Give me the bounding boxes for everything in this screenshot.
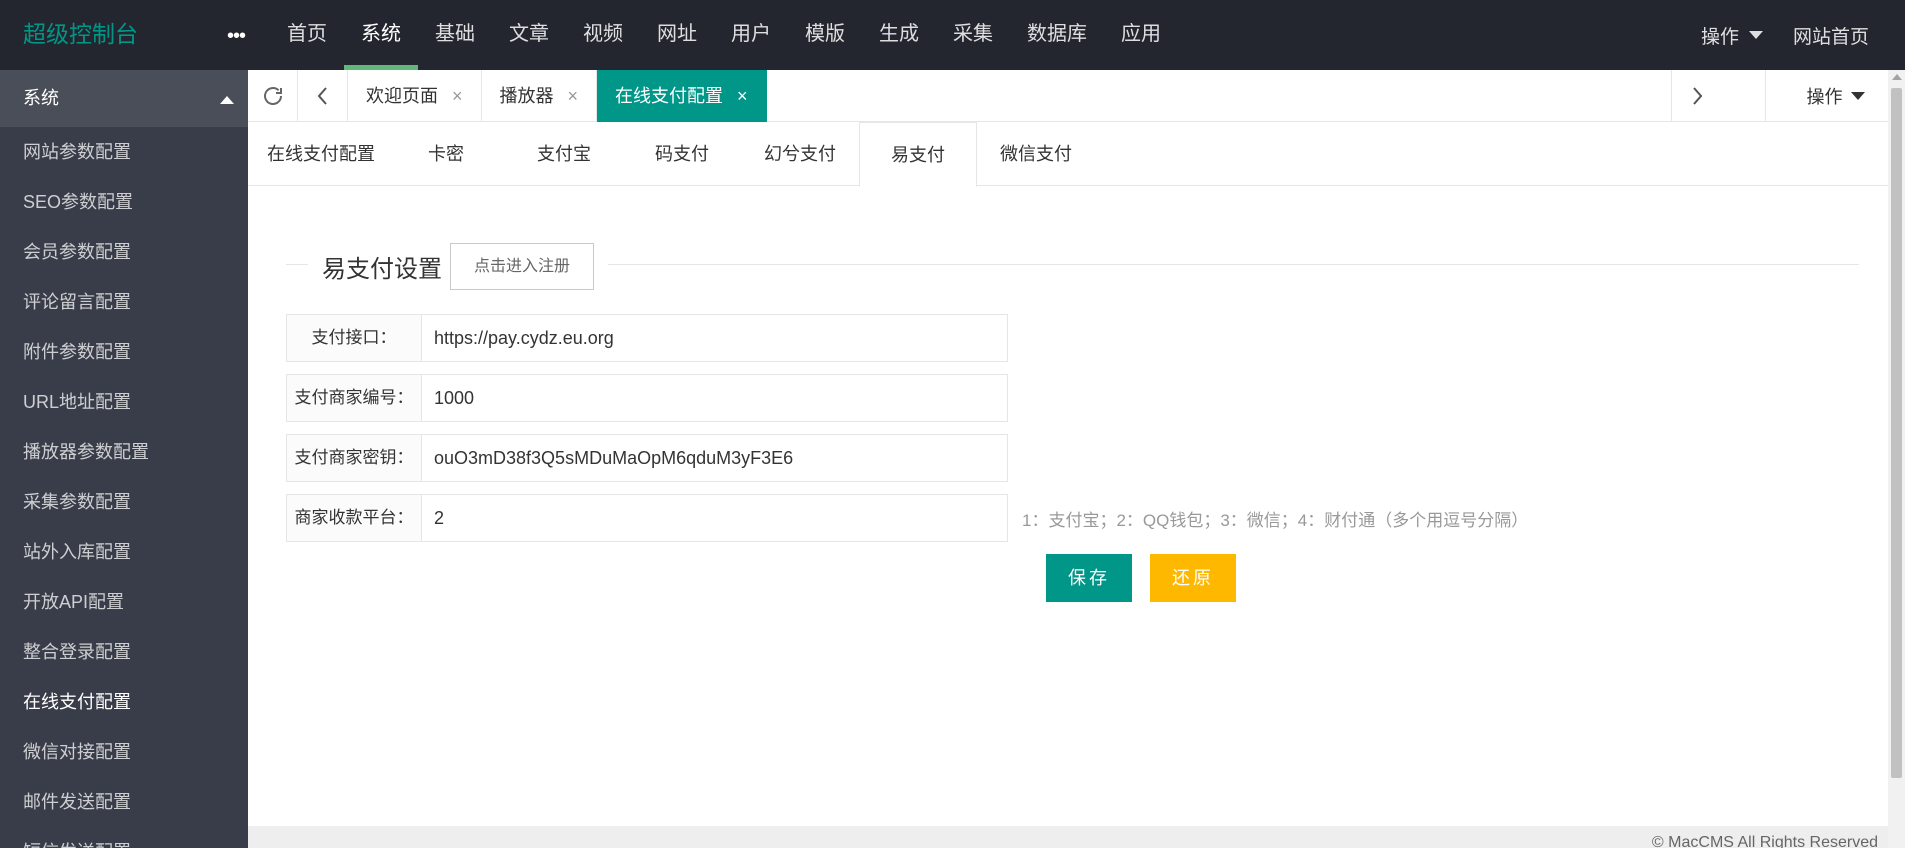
form-legend: 易支付设置 点击进入注册	[308, 243, 609, 290]
tab-welcome[interactable]: 欢迎页面 ×	[348, 70, 482, 122]
sidebar-item-sms-config[interactable]: 短信发送配置	[0, 827, 248, 848]
nav-item-database[interactable]: 数据库	[1010, 0, 1104, 70]
site-home-link[interactable]: 网站首页	[1793, 22, 1869, 49]
sidebar-item-member-config[interactable]: 会员参数配置	[0, 227, 248, 277]
subtab-huanxi[interactable]: 幻兮支付	[741, 122, 859, 186]
form-row-merchant-key: 支付商家密钥：	[286, 434, 1008, 482]
nav-item-app[interactable]: 应用	[1104, 0, 1178, 70]
sidebar-item-payment-config[interactable]: 在线支付配置	[0, 677, 248, 727]
save-button[interactable]: 保存	[1046, 554, 1132, 602]
subtab-online-payment[interactable]: 在线支付配置	[267, 122, 387, 186]
subtab-epay[interactable]: 易支付	[859, 122, 977, 187]
nav-item-template[interactable]: 模版	[788, 0, 862, 70]
copyright-text: © MacCMS All Rights Reserved	[1651, 834, 1878, 848]
section-title: 易支付设置	[322, 256, 442, 283]
sidebar-item-email-config[interactable]: 邮件发送配置	[0, 777, 248, 827]
scroll-up-icon[interactable]	[1892, 74, 1902, 80]
form-row-platform: 商家收款平台： 1：支付宝；2：QQ钱包；3：微信；4：财付通（多个用逗号分隔）	[286, 494, 1528, 542]
tabs-operate-label: 操作	[1806, 87, 1843, 107]
chevron-right-icon	[1692, 87, 1702, 105]
nav-item-basic[interactable]: 基础	[418, 0, 492, 70]
tab-label: 在线支付配置	[615, 86, 724, 106]
merchant-id-label: 支付商家编号：	[286, 374, 422, 422]
nav-item-generate[interactable]: 生成	[862, 0, 936, 70]
scrollbar-thumb[interactable]	[1891, 88, 1902, 778]
sidebar-section-system[interactable]: 系统	[0, 70, 248, 127]
sidebar-section-label: 系统	[23, 88, 59, 108]
close-icon[interactable]: ×	[568, 70, 579, 122]
sidebar-item-collect-config[interactable]: 采集参数配置	[0, 477, 248, 527]
tabs-prev-button[interactable]	[298, 70, 348, 122]
footer: © MacCMS All Rights Reserved	[248, 826, 1888, 848]
header-right: 操作 网站首页	[1701, 0, 1905, 70]
tab-label: 播放器	[499, 86, 554, 106]
sidebar-item-api-config[interactable]: 开放API配置	[0, 577, 248, 627]
merchant-key-input[interactable]	[422, 434, 1008, 482]
register-button[interactable]: 点击进入注册	[450, 243, 595, 290]
nav-item-user[interactable]: 用户	[714, 0, 788, 70]
tab-payment-config[interactable]: 在线支付配置 ×	[597, 70, 767, 122]
nav-item-home[interactable]: 首页	[270, 0, 344, 70]
app-logo[interactable]: 超级控制台	[23, 0, 138, 70]
chevron-down-icon[interactable]	[1748, 31, 1763, 39]
tabs-operate-menu[interactable]: 操作	[1765, 70, 1905, 122]
close-icon[interactable]: ×	[452, 70, 463, 122]
sidebar: 系统 网站参数配置 SEO参数配置 会员参数配置 评论留言配置 附件参数配置 U…	[0, 70, 248, 848]
nav-item-video[interactable]: 视频	[566, 0, 640, 70]
api-url-input[interactable]	[422, 314, 1008, 362]
nav-item-article[interactable]: 文章	[492, 0, 566, 70]
close-icon[interactable]: ×	[737, 70, 748, 122]
form-row-merchant-id: 支付商家编号：	[286, 374, 1008, 422]
tabs-next-button[interactable]	[1671, 70, 1721, 122]
sidebar-item-attachment-config[interactable]: 附件参数配置	[0, 327, 248, 377]
refresh-button[interactable]	[248, 70, 298, 122]
platform-label: 商家收款平台：	[286, 494, 422, 542]
tab-player[interactable]: 播放器 ×	[482, 70, 598, 122]
sidebar-item-player-config[interactable]: 播放器参数配置	[0, 427, 248, 477]
main-content: 易支付设置 点击进入注册 支付接口： 支付商家编号： 支付商家密钥： 商家收款平…	[248, 186, 1905, 826]
tab-label: 欢迎页面	[366, 86, 438, 106]
sidebar-item-comment-config[interactable]: 评论留言配置	[0, 277, 248, 327]
form-actions: 保存 还原	[1046, 554, 1236, 602]
nav-item-website[interactable]: 网址	[640, 0, 714, 70]
page-tab-bar: 欢迎页面 × 播放器 × 在线支付配置 × 操作	[248, 70, 1905, 122]
api-label: 支付接口：	[286, 314, 422, 362]
open-tabs: 欢迎页面 × 播放器 × 在线支付配置 ×	[348, 70, 767, 122]
sidebar-item-url-config[interactable]: URL地址配置	[0, 377, 248, 427]
sidebar-item-login-config[interactable]: 整合登录配置	[0, 627, 248, 677]
subtab-alipay[interactable]: 支付宝	[505, 122, 623, 186]
sidebar-item-site-config[interactable]: 网站参数配置	[0, 127, 248, 177]
top-nav: 首页 系统 基础 文章 视频 网址 用户 模版 生成 采集 数据库 应用	[270, 0, 1178, 70]
sidebar-list: 网站参数配置 SEO参数配置 会员参数配置 评论留言配置 附件参数配置 URL地…	[0, 127, 248, 848]
subtab-wechat-pay[interactable]: 微信支付	[977, 122, 1095, 186]
reset-button[interactable]: 还原	[1150, 554, 1236, 602]
top-header: 超级控制台 ••• 首页 系统 基础 文章 视频 网址 用户 模版 生成 采集 …	[0, 0, 1905, 70]
subtab-card[interactable]: 卡密	[387, 122, 505, 186]
platform-input[interactable]	[422, 494, 1008, 542]
sidebar-item-wechat-config[interactable]: 微信对接配置	[0, 727, 248, 777]
platform-hint: 1：支付宝；2：QQ钱包；3：微信；4：财付通（多个用逗号分隔）	[1022, 510, 1529, 530]
chevron-down-icon	[1850, 92, 1865, 100]
ellipsis-icon[interactable]: •••	[226, 24, 246, 48]
payment-subtabs: 在线支付配置 卡密 支付宝 码支付 幻兮支付 易支付 微信支付	[248, 122, 1905, 187]
form-row-api: 支付接口：	[286, 314, 1008, 362]
chevron-up-icon	[220, 96, 234, 104]
sidebar-item-seo-config[interactable]: SEO参数配置	[0, 177, 248, 227]
nav-item-collect[interactable]: 采集	[936, 0, 1010, 70]
scrollbar[interactable]	[1888, 70, 1905, 848]
chevron-left-icon	[317, 87, 327, 105]
refresh-icon	[263, 87, 282, 105]
nav-item-system[interactable]: 系统	[344, 0, 418, 70]
merchant-id-input[interactable]	[422, 374, 1008, 422]
merchant-key-label: 支付商家密钥：	[286, 434, 422, 482]
subtab-codepay[interactable]: 码支付	[623, 122, 741, 186]
sidebar-item-import-config[interactable]: 站外入库配置	[0, 527, 248, 577]
header-operate-menu[interactable]: 操作	[1701, 22, 1749, 49]
